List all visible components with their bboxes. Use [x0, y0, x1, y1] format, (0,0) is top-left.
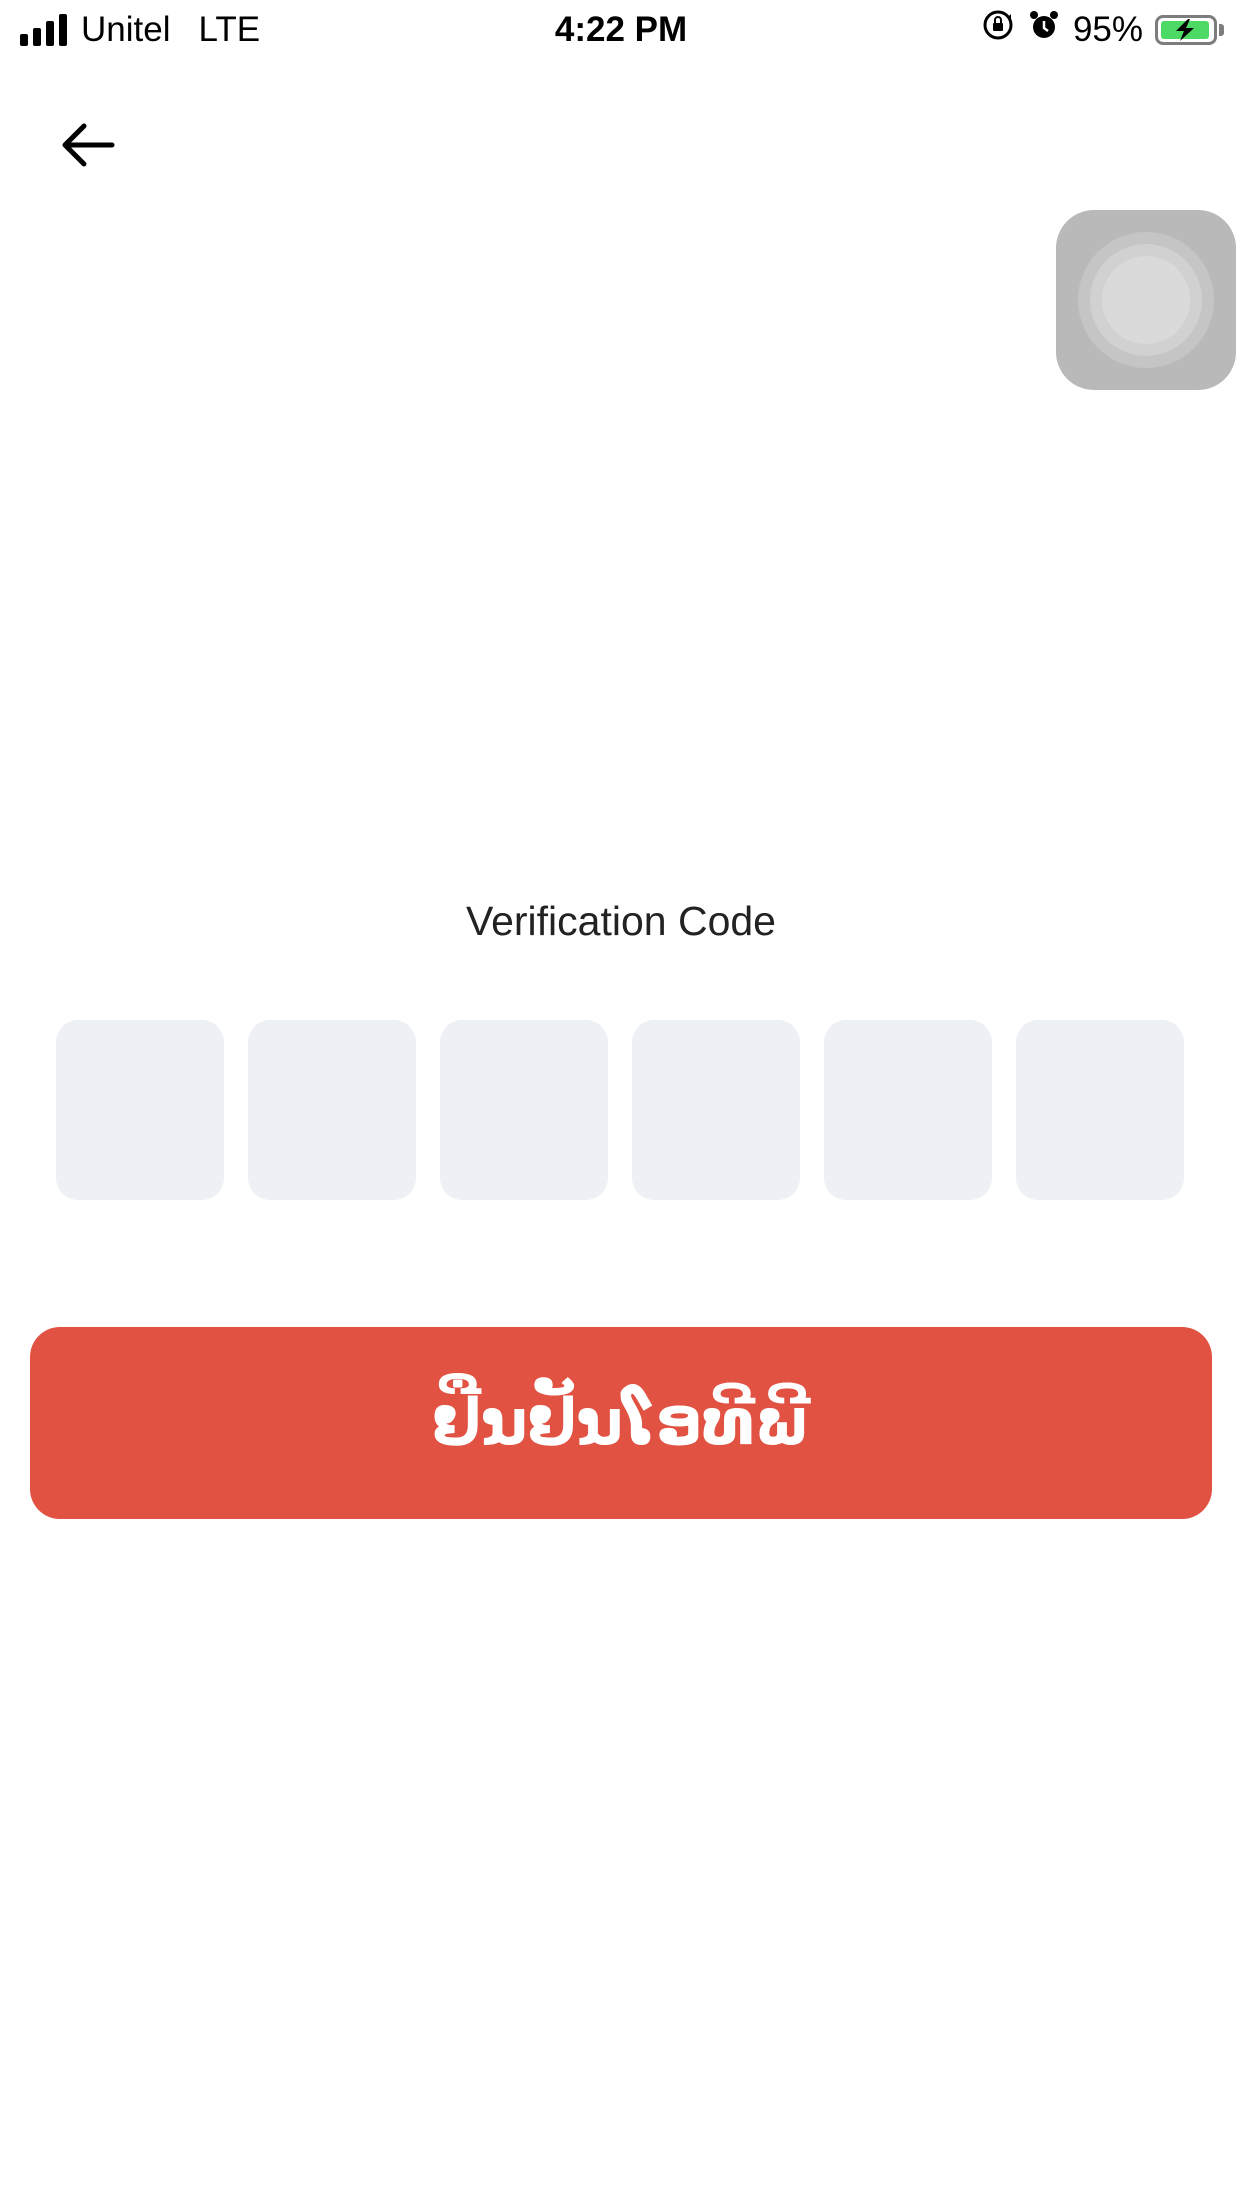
assistive-touch-inner-ring — [1090, 244, 1202, 356]
code-digit-5[interactable] — [824, 1020, 992, 1200]
verification-screen: Unitel LTE 4:22 PM 95% Verification Code… — [0, 0, 1242, 2208]
orientation-lock-icon — [981, 8, 1015, 51]
alarm-icon — [1027, 8, 1061, 51]
arrow-left-icon — [62, 123, 115, 167]
code-digit-6[interactable] — [1016, 1020, 1184, 1200]
status-bar-right: 95% — [981, 8, 1224, 51]
code-digit-4[interactable] — [632, 1020, 800, 1200]
assistive-touch-ring — [1078, 232, 1214, 368]
battery-tip — [1219, 23, 1224, 36]
battery-percent: 95% — [1072, 9, 1143, 49]
status-bar: Unitel LTE 4:22 PM 95% — [0, 0, 1242, 62]
battery-icon — [1155, 14, 1217, 45]
charging-bolt-icon — [1176, 18, 1194, 41]
assistive-touch-core — [1102, 256, 1190, 344]
code-input-row — [56, 1020, 1184, 1200]
confirm-otp-button[interactable]: ຢືນຢັນໂອທີພີ — [30, 1327, 1212, 1519]
assistive-touch-button[interactable] — [1056, 210, 1236, 390]
code-digit-2[interactable] — [248, 1020, 416, 1200]
page-title: Verification Code — [466, 898, 776, 944]
code-digit-1[interactable] — [56, 1020, 224, 1200]
back-button[interactable] — [48, 110, 128, 180]
code-digit-3[interactable] — [440, 1020, 608, 1200]
